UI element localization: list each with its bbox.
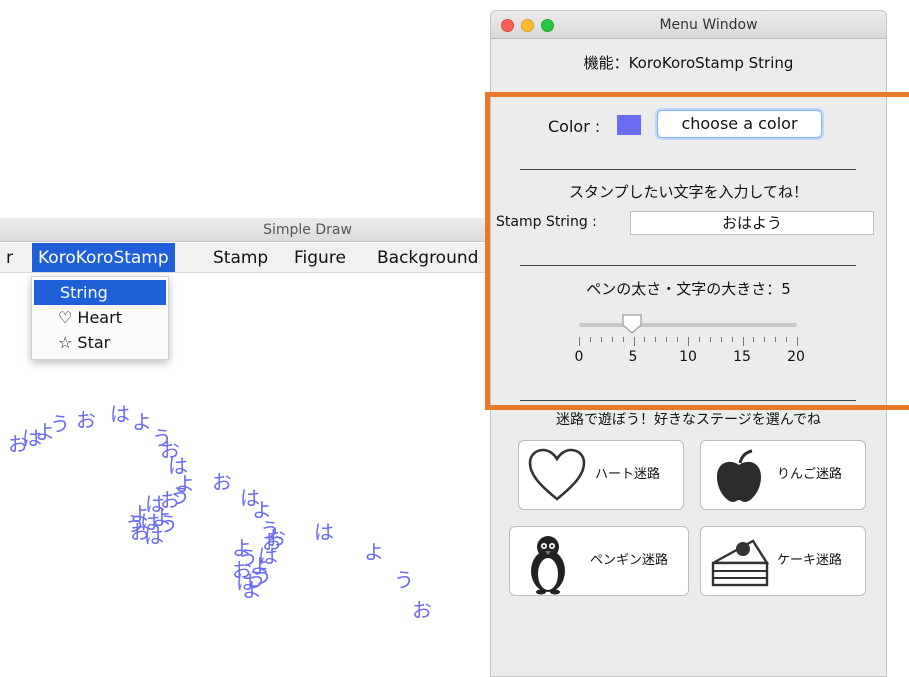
slider-tick (698, 337, 700, 342)
tick-label: 15 (733, 349, 751, 365)
slider-tick (742, 337, 744, 346)
slider-tick (688, 337, 689, 346)
divider (520, 265, 856, 266)
penguin-maze-label: ペンギン迷路 (590, 553, 669, 568)
menu-figure[interactable]: Figure (288, 243, 352, 272)
choose-color-button[interactable]: choose a color (657, 110, 822, 138)
divider (520, 400, 856, 401)
dropdown-item-star[interactable]: ☆ Star (34, 330, 166, 355)
stamp-char: よ (252, 498, 272, 522)
menu-korokorostamp[interactable]: KoroKoroStamp (32, 243, 175, 272)
heart-maze-button[interactable]: ハート迷路 (518, 440, 684, 510)
slider-tick (611, 337, 613, 342)
slider-tick (709, 337, 711, 342)
slider-tick (677, 337, 679, 342)
stamp-char: よ (364, 540, 384, 564)
cake-icon (711, 539, 770, 587)
heart-icon (528, 448, 586, 501)
penguin-icon (531, 536, 565, 595)
stamp-char: う (246, 568, 266, 592)
stamp-prompt: スタンプしたい文字を入力してね！ (568, 183, 809, 201)
slider-tick (622, 337, 624, 342)
stamp-char: う (50, 412, 70, 436)
stamp-string-input[interactable]: おはよう (630, 211, 874, 235)
size-slider-track[interactable] (579, 323, 797, 327)
menu-stamp[interactable]: Stamp (207, 243, 274, 272)
slider-tick (720, 337, 722, 342)
heart-maze-label: ハート迷路 (595, 467, 661, 482)
stamp-char: お (266, 526, 286, 550)
dropdown-item-string[interactable]: String (34, 280, 166, 305)
stamp-char: お (76, 408, 96, 432)
menu-window-title: Menu Window (659, 17, 758, 33)
slider-tick (797, 337, 798, 346)
stamp-char: よ (132, 410, 152, 434)
menu-window: Menu Window 機能：KoroKoroStamp String Colo… (490, 10, 887, 677)
slider-tick (600, 337, 602, 342)
stamp-char: お (212, 470, 232, 494)
tick-label: 5 (628, 349, 638, 365)
tick-label: 10 (679, 349, 697, 365)
slider-tick (666, 337, 668, 342)
maze-prompt: 迷路で遊ぼう！好きなステージを選んでね (555, 412, 822, 428)
apple-maze-label: りんご迷路 (777, 467, 843, 482)
stamp-char: は (110, 402, 130, 426)
stamp-char: は (314, 520, 334, 544)
menu-background[interactable]: Background (371, 243, 484, 272)
size-label: ペンの太さ・文字の大きさ：5 (586, 280, 791, 298)
stamp-string-label: Stamp String : (496, 214, 597, 230)
size-slider-thumb[interactable] (621, 313, 643, 335)
slider-tick (579, 337, 580, 346)
apple-icon (717, 449, 761, 502)
korokorostamp-dropdown: String ♡ Heart ☆ Star (31, 276, 169, 360)
slider-tick (644, 337, 646, 342)
tick-label: 0 (574, 349, 584, 365)
penguin-maze-button[interactable]: ペンギン迷路 (509, 526, 689, 596)
menu-truncated[interactable]: r (0, 243, 19, 272)
slider-tick (633, 337, 635, 346)
slider-tick (655, 337, 657, 342)
stamp-char: う (394, 568, 414, 592)
draw-menubar: r KoroKoroStamp Stamp Figure Background (0, 243, 495, 273)
slider-tick (786, 337, 788, 342)
draw-window-title: Simple Draw (0, 218, 495, 242)
color-label: Color : (548, 117, 601, 136)
cake-maze-label: ケーキ迷路 (777, 553, 843, 568)
slider-tick (589, 337, 591, 342)
slider-tick (753, 337, 755, 342)
divider (520, 169, 856, 170)
dropdown-item-heart[interactable]: ♡ Heart (34, 305, 166, 330)
stamp-char: よ (232, 536, 252, 560)
color-swatch (617, 115, 641, 135)
menu-window-titlebar: Menu Window (491, 11, 886, 39)
stamp-char: は (144, 524, 164, 548)
tick-label: 20 (787, 349, 805, 365)
apple-maze-button[interactable]: りんご迷路 (700, 440, 866, 510)
function-label: 機能：KoroKoroStamp String (583, 54, 794, 72)
slider-tick (731, 337, 733, 342)
cake-maze-button[interactable]: ケーキ迷路 (700, 526, 866, 596)
slider-tick (775, 337, 777, 342)
stamp-char: お (412, 598, 432, 622)
slider-tick (764, 337, 766, 342)
